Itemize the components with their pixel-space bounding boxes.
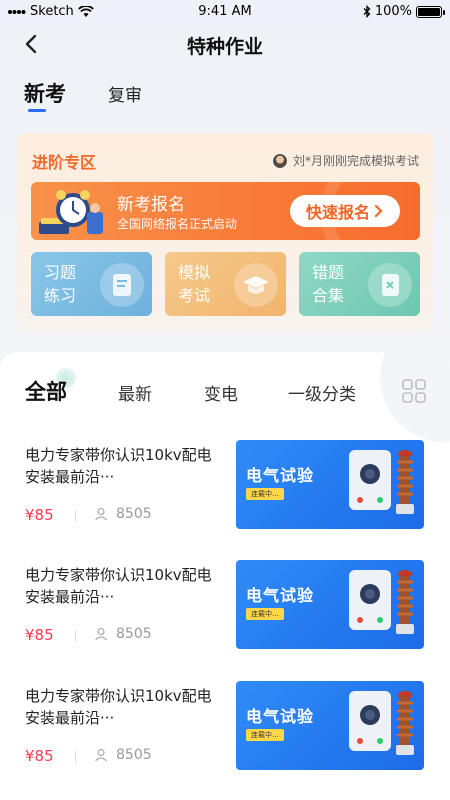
divider bbox=[75, 751, 76, 763]
wrong-questions-card[interactable]: 错题合集 bbox=[299, 252, 420, 316]
banner-subtitle: 全国网络报名正式启动 bbox=[117, 217, 238, 231]
divider bbox=[75, 510, 76, 522]
quick-register-button[interactable]: 快速报名 bbox=[290, 195, 400, 227]
error-notebook-icon bbox=[368, 263, 412, 307]
course-title: 电力专家带你认识10kv配电安装最前沿··· bbox=[25, 687, 212, 727]
grid-icon[interactable] bbox=[401, 378, 427, 404]
page-title: 特种作业 bbox=[186, 36, 263, 58]
course-title: 电力专家带你认识10kv配电安装最前沿··· bbox=[25, 446, 212, 486]
registration-banner[interactable]: 新考报名 全国网络报名正式启动 快速报名 bbox=[31, 182, 420, 240]
serializing-badge: 连载中... bbox=[246, 488, 284, 500]
course-thumbnail: 电气试验 连载中... bbox=[236, 560, 424, 649]
tab-new-exam[interactable]: 新考 bbox=[24, 78, 66, 108]
active-tab-indicator bbox=[28, 109, 46, 112]
battery-fill bbox=[418, 7, 440, 16]
bluetooth-icon bbox=[363, 5, 371, 18]
tab-review[interactable]: 复审 bbox=[108, 81, 142, 106]
category-latest[interactable]: 最新 bbox=[118, 380, 152, 405]
course-list-panel: 全部 最新 变电 一级分类 电力专家带你认识10kv配电安装最前沿··· ¥85… bbox=[0, 352, 450, 800]
status-bar: Sketch 9:41 AM 100% bbox=[0, 0, 450, 24]
practice-card[interactable]: 习题练习 bbox=[31, 252, 152, 316]
insulator-tower-icon bbox=[396, 570, 414, 634]
course-views: 8505 bbox=[94, 747, 152, 763]
thumbnail-title: 电气试验 bbox=[246, 466, 315, 485]
serializing-badge: 连载中... bbox=[246, 729, 284, 741]
course-views: 8505 bbox=[94, 626, 152, 642]
views-count: 8505 bbox=[116, 626, 152, 642]
activity-notice: 刘*月刚刚完成模拟考试 bbox=[271, 152, 419, 169]
thumbnail-title: 电气试验 bbox=[246, 586, 315, 605]
views-count: 8505 bbox=[116, 747, 152, 763]
insulator-tower-icon bbox=[396, 450, 414, 514]
mock-exam-card[interactable]: 模拟考试 bbox=[165, 252, 286, 316]
notice-text: 刘*月刚刚完成模拟考试 bbox=[292, 154, 419, 168]
course-item[interactable]: 电力专家带你认识10kv配电安装最前沿··· ¥85 8505 电气试验 连载中… bbox=[0, 440, 450, 532]
alarm-clock-illustration-icon bbox=[39, 190, 103, 234]
course-price: ¥85 bbox=[25, 626, 54, 644]
insulator-tower-icon bbox=[396, 691, 414, 755]
test-device-icon bbox=[349, 691, 391, 751]
course-item[interactable]: 电力专家带你认识10kv配电安装最前沿··· ¥85 8505 电气试验 连载中… bbox=[0, 560, 450, 652]
battery-percent: 100% bbox=[374, 4, 412, 19]
divider bbox=[75, 630, 76, 642]
nav-bar: 特种作业 bbox=[0, 28, 450, 62]
quick-register-label: 快速报名 bbox=[305, 203, 370, 222]
battery-icon bbox=[416, 5, 445, 18]
category-tabs: 全部 最新 变电 一级分类 bbox=[0, 352, 450, 424]
zone-title: 进阶专区 bbox=[32, 153, 97, 172]
course-title: 电力专家带你认识10kv配电安装最前沿··· bbox=[25, 566, 212, 606]
quick-entry-cards: 习题练习 模拟考试 错题合集 bbox=[31, 252, 420, 316]
advanced-zone: 进阶专区 刘*月刚刚完成模拟考试 新考报名 全国网络报名正式启动 快速报名 习题… bbox=[17, 133, 433, 331]
practice-label: 习题练习 bbox=[44, 263, 77, 305]
course-price: ¥85 bbox=[25, 506, 54, 524]
document-icon bbox=[100, 263, 144, 307]
test-device-icon bbox=[349, 450, 391, 510]
wrong-questions-label: 错题合集 bbox=[312, 263, 345, 305]
course-item[interactable]: 电力专家带你认识10kv配电安装最前沿··· ¥85 8505 电气试验 连载中… bbox=[0, 681, 450, 773]
mock-exam-label: 模拟考试 bbox=[178, 263, 211, 305]
exam-type-tabs: 新考 复审 bbox=[0, 78, 450, 118]
category-substation[interactable]: 变电 bbox=[204, 380, 238, 405]
category-all[interactable]: 全部 bbox=[25, 376, 67, 406]
category-level-1[interactable]: 一级分类 bbox=[288, 380, 356, 405]
user-icon bbox=[95, 627, 107, 641]
test-device-icon bbox=[349, 570, 391, 630]
chevron-right-icon bbox=[374, 204, 383, 218]
status-right: 100% bbox=[363, 4, 445, 19]
course-views: 8505 bbox=[94, 506, 152, 522]
course-thumbnail: 电气试验 连载中... bbox=[236, 440, 424, 529]
avatar bbox=[271, 152, 288, 169]
banner-title: 新考报名 bbox=[117, 195, 185, 215]
thumbnail-title: 电气试验 bbox=[246, 707, 315, 726]
serializing-badge: 连载中... bbox=[246, 608, 284, 620]
course-thumbnail: 电气试验 连载中... bbox=[236, 681, 424, 770]
user-icon bbox=[95, 507, 107, 521]
user-icon bbox=[95, 748, 107, 762]
views-count: 8505 bbox=[116, 506, 152, 522]
course-price: ¥85 bbox=[25, 747, 54, 765]
graduation-cap-icon bbox=[234, 263, 278, 307]
